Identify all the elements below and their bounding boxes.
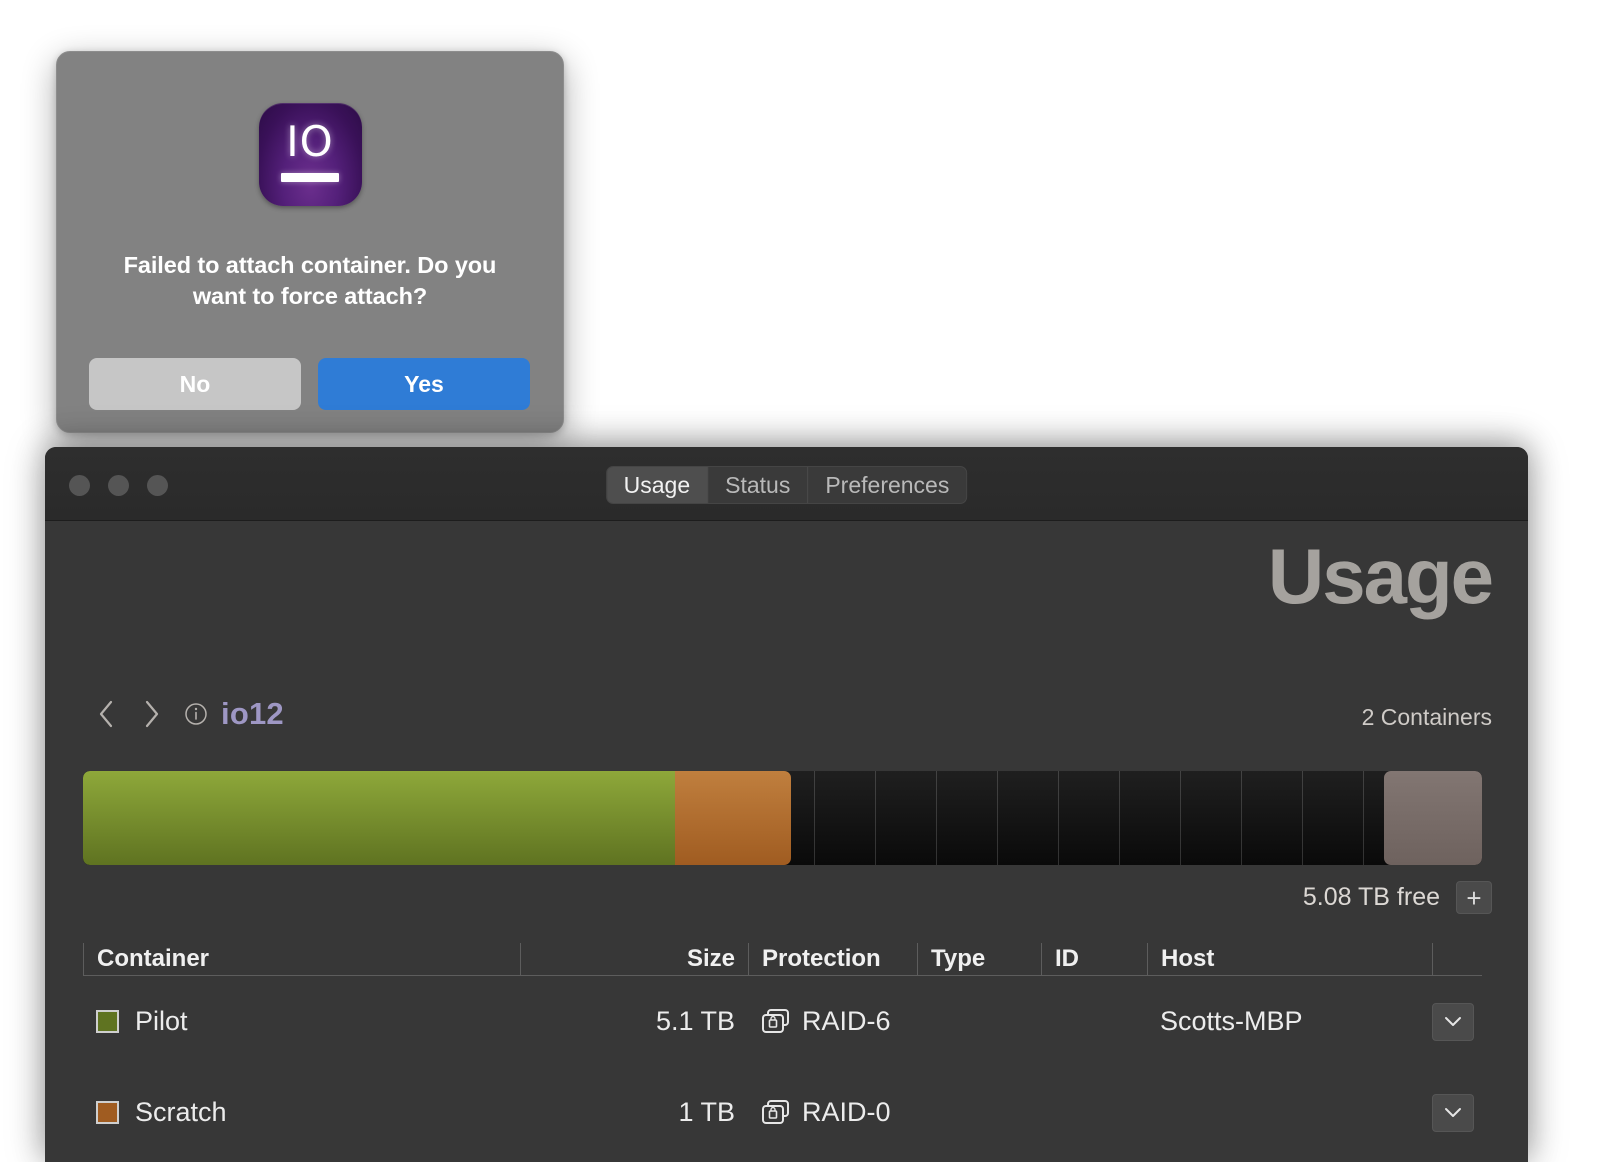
app-icon: IO xyxy=(258,103,362,206)
containers-table: Container Size Protection Type ID Host P… xyxy=(83,931,1482,1158)
column-header-container[interactable]: Container xyxy=(83,943,520,975)
free-space-row: 5.08 TB free + xyxy=(1303,881,1492,914)
close-button[interactable] xyxy=(69,475,90,496)
container-color-swatch[interactable] xyxy=(96,1010,119,1033)
chevron-right-icon xyxy=(145,700,159,728)
info-circle-icon xyxy=(185,703,207,725)
protection-label: RAID-6 xyxy=(802,1006,891,1036)
traffic-lights xyxy=(69,475,168,496)
free-space-label: 5.08 TB free xyxy=(1302,883,1440,911)
window-content: Usage io12 2 Containers 5.08 TB free + C… xyxy=(45,521,1528,1162)
raid-lock-icon xyxy=(761,1008,791,1035)
window-titlebar[interactable]: Usage Status Preferences xyxy=(45,447,1528,521)
table-row[interactable]: Pilot 5.1 TB RAID-6 Scotts-MBP xyxy=(83,976,1482,1067)
cell-type xyxy=(917,1067,1041,1158)
tab-preferences[interactable]: Preferences xyxy=(808,467,966,503)
raid-lock-icon xyxy=(761,1099,791,1126)
cell-size: 5.1 TB xyxy=(655,1006,735,1036)
usage-segment-scratch[interactable] xyxy=(674,771,791,865)
main-window: Usage Status Preferences Usage io12 2 Co… xyxy=(45,447,1528,1162)
cell-type xyxy=(917,976,1041,1067)
zoom-button[interactable] xyxy=(147,475,168,496)
column-header-actions xyxy=(1432,943,1482,975)
usage-bar[interactable] xyxy=(83,771,1482,865)
cell-id xyxy=(1041,976,1147,1067)
container-name: Scratch xyxy=(135,1097,227,1127)
info-button[interactable] xyxy=(183,701,209,727)
container-name: Pilot xyxy=(135,1006,188,1036)
protection-label: RAID-0 xyxy=(802,1097,891,1127)
page-title: Usage xyxy=(1267,532,1494,620)
back-button[interactable] xyxy=(83,694,129,734)
screen: IO Failed to attach container. Do you wa… xyxy=(0,0,1616,1162)
dialog-button-group: No Yes xyxy=(89,358,530,410)
dialog-message: Failed to attach container. Do you want … xyxy=(123,252,497,310)
cell-host: Scotts-MBP xyxy=(1160,1006,1303,1036)
force-attach-dialog: IO Failed to attach container. Do you wa… xyxy=(56,51,564,433)
breadcrumb-name[interactable]: io12 xyxy=(221,696,284,732)
chevron-down-icon xyxy=(1445,1016,1461,1026)
cell-protection: RAID-6 xyxy=(748,976,917,1067)
cell-container: Scratch xyxy=(83,1067,520,1158)
usage-segment-other[interactable] xyxy=(1384,771,1482,865)
container-color-swatch[interactable] xyxy=(96,1101,119,1124)
cell-actions xyxy=(1432,976,1482,1067)
cell-size: 1 TB xyxy=(678,1097,735,1127)
yes-button[interactable]: Yes xyxy=(318,358,530,410)
app-icon-label: IO xyxy=(286,117,334,166)
cell-container: Pilot xyxy=(83,976,520,1067)
add-container-button[interactable]: + xyxy=(1456,881,1492,914)
usage-segment-free xyxy=(791,771,1384,865)
chevron-left-icon xyxy=(99,700,113,728)
tab-bar: Usage Status Preferences xyxy=(605,466,968,504)
cell-host xyxy=(1147,1067,1432,1158)
column-header-host[interactable]: Host xyxy=(1147,943,1432,975)
app-icon-underline xyxy=(281,173,339,182)
cell-protection: RAID-0 xyxy=(748,1067,917,1158)
cell-actions xyxy=(1432,1067,1482,1158)
minimize-button[interactable] xyxy=(108,475,129,496)
column-header-id[interactable]: ID xyxy=(1041,943,1147,975)
breadcrumb: io12 xyxy=(83,694,284,734)
table-header-row: Container Size Protection Type ID Host xyxy=(83,931,1482,976)
column-header-type[interactable]: Type xyxy=(917,943,1041,975)
column-header-protection[interactable]: Protection xyxy=(748,943,917,975)
forward-button[interactable] xyxy=(129,694,175,734)
cell-id xyxy=(1041,1067,1147,1158)
chevron-down-icon xyxy=(1445,1107,1461,1117)
no-button[interactable]: No xyxy=(89,358,301,410)
usage-segment-pilot[interactable] xyxy=(83,771,675,865)
row-expand-button[interactable] xyxy=(1432,1093,1474,1132)
table-row[interactable]: Scratch 1 TB RAID-0 xyxy=(83,1067,1482,1158)
column-header-size[interactable]: Size xyxy=(520,943,748,975)
tab-status[interactable]: Status xyxy=(708,467,809,503)
containers-count: 2 Containers xyxy=(1361,704,1492,730)
row-expand-button[interactable] xyxy=(1432,1002,1474,1041)
tab-usage[interactable]: Usage xyxy=(606,467,709,503)
